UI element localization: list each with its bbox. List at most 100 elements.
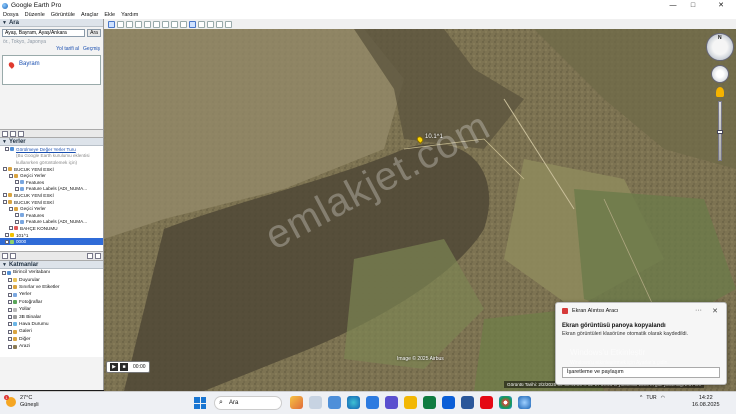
- checkbox[interactable]: [15, 186, 19, 191]
- stop-icon[interactable]: ■: [120, 363, 128, 371]
- path-icon[interactable]: [135, 20, 142, 28]
- checkbox[interactable]: [8, 344, 12, 349]
- layer-item[interactable]: Duyurular: [0, 276, 103, 283]
- zoom-slider[interactable]: [717, 101, 723, 161]
- tree-item[interactable]: BAHÇE KONUMU: [0, 225, 103, 232]
- historical-imagery-icon[interactable]: [162, 20, 169, 28]
- checkbox[interactable]: [5, 233, 9, 238]
- checkbox[interactable]: [8, 315, 12, 320]
- store-icon[interactable]: [366, 396, 379, 409]
- checkbox[interactable]: [5, 147, 9, 152]
- google-maps-icon[interactable]: [225, 20, 232, 28]
- checkbox[interactable]: [15, 213, 19, 218]
- more-options-icon[interactable]: ···: [695, 307, 702, 314]
- save-image-icon[interactable]: [216, 20, 223, 28]
- tree-item[interactable]: Feature Labels (ADI_NUMA...: [0, 219, 103, 226]
- menu-view[interactable]: Görüntüle: [51, 12, 75, 18]
- directions-link[interactable]: Yol tarifi al: [56, 46, 79, 52]
- menu-file[interactable]: Dosya: [3, 12, 19, 18]
- layer-item[interactable]: Fotoğraflar: [0, 299, 103, 306]
- widgets-icon[interactable]: [290, 396, 303, 409]
- zoom-knob[interactable]: [717, 130, 723, 134]
- polygon-icon[interactable]: [126, 20, 133, 28]
- checkbox[interactable]: [5, 239, 9, 244]
- language-indicator[interactable]: TUR: [646, 395, 656, 401]
- checkbox[interactable]: [8, 307, 12, 312]
- move-joystick-icon[interactable]: [711, 65, 729, 83]
- layer-item[interactable]: Diğer: [0, 336, 103, 343]
- ruler-icon[interactable]: [189, 20, 196, 28]
- search-result-item[interactable]: Bayram: [19, 61, 40, 67]
- down-icon[interactable]: [95, 253, 101, 259]
- menu-tools[interactable]: Araçlar: [81, 12, 98, 18]
- copy-icon[interactable]: [10, 130, 16, 137]
- tree-item[interactable]: Geçici Yerler: [0, 205, 103, 212]
- layer-item[interactable]: 3B Binalar: [0, 313, 103, 320]
- checkbox[interactable]: [8, 300, 12, 305]
- search-button[interactable]: Ara: [87, 29, 101, 37]
- chevron-up-icon[interactable]: ^: [640, 395, 642, 401]
- layer-item[interactable]: Arazi: [0, 343, 103, 350]
- tree-item[interactable]: Features: [0, 179, 103, 186]
- checkbox[interactable]: [8, 337, 12, 342]
- markup-share-button[interactable]: İşaretleme ve paylaşım: [562, 367, 720, 378]
- notification-toast[interactable]: Ekran Alıntısı Aracı ··· ✕ Ekran görüntü…: [555, 302, 727, 385]
- list-icon[interactable]: [18, 130, 24, 137]
- checkbox[interactable]: [3, 167, 7, 172]
- weather-widget[interactable]: 1 27°C Güneşli: [4, 395, 39, 409]
- tree-item[interactable]: BUCUK YENİ ESKİ: [0, 192, 103, 199]
- tree-item[interactable]: Geçici Yerler: [0, 172, 103, 179]
- menu-help[interactable]: Yardım: [121, 12, 138, 18]
- map-placemark[interactable]: 10.1^1: [415, 134, 443, 145]
- layer-item[interactable]: Yerler: [0, 291, 103, 298]
- close-icon[interactable]: ✕: [712, 307, 718, 315]
- print-icon[interactable]: [207, 20, 214, 28]
- checkbox[interactable]: [8, 329, 12, 334]
- street-view-pegman-icon[interactable]: [716, 87, 724, 97]
- toggle-icon[interactable]: [10, 253, 16, 259]
- layer-item[interactable]: Yollar: [0, 306, 103, 313]
- menu-edit[interactable]: Düzenle: [25, 12, 45, 18]
- sidebar-toggle-icon[interactable]: [108, 20, 115, 28]
- edge-icon[interactable]: [347, 396, 360, 409]
- checkbox[interactable]: [8, 292, 12, 297]
- minimize-button[interactable]: —: [664, 0, 682, 11]
- search-input[interactable]: [2, 29, 85, 37]
- outlook-icon[interactable]: [442, 396, 455, 409]
- maximize-button[interactable]: □: [684, 0, 702, 11]
- checkbox[interactable]: [8, 322, 12, 327]
- file-explorer-icon[interactable]: [328, 396, 341, 409]
- layers-panel-header[interactable]: ▼ Katmanlar: [0, 261, 103, 269]
- tree-item[interactable]: BUCUK YENİ ESKİ: [0, 199, 103, 206]
- checkbox[interactable]: [9, 173, 13, 178]
- overlay-icon[interactable]: [144, 20, 151, 28]
- history-link[interactable]: Geçmiş: [83, 46, 100, 52]
- checkbox[interactable]: [9, 226, 13, 231]
- checkbox[interactable]: [15, 180, 19, 185]
- taskbar-search[interactable]: Ara: [214, 396, 282, 410]
- checkbox[interactable]: [8, 285, 12, 290]
- layer-item[interactable]: Galeri: [0, 328, 103, 335]
- tree-item[interactable]: BUCUK YENİ ESKİ: [0, 166, 103, 173]
- google-earth-icon[interactable]: [518, 396, 531, 409]
- task-view-icon[interactable]: [309, 396, 322, 409]
- clear-icon[interactable]: [2, 130, 8, 137]
- record-tour-icon[interactable]: [153, 20, 160, 28]
- up-icon[interactable]: [87, 253, 93, 259]
- layer-item[interactable]: Birincil Veritabanı: [0, 269, 103, 276]
- tree-item[interactable]: Görülmeye Değer Yerler Turu: [0, 146, 103, 153]
- teams-icon[interactable]: [385, 396, 398, 409]
- checkbox[interactable]: [8, 278, 12, 283]
- wifi-icon[interactable]: ◠: [661, 395, 665, 401]
- word-icon[interactable]: [461, 396, 474, 409]
- compass-icon[interactable]: [706, 33, 734, 61]
- email-icon[interactable]: [198, 20, 205, 28]
- folder-icon[interactable]: [404, 396, 417, 409]
- checkbox[interactable]: [2, 270, 6, 275]
- checkbox[interactable]: [3, 193, 7, 198]
- excel-icon[interactable]: [423, 396, 436, 409]
- checkbox[interactable]: [9, 206, 13, 211]
- netflix-icon[interactable]: [480, 396, 493, 409]
- placemark-icon[interactable]: [117, 20, 124, 28]
- chrome-icon[interactable]: [499, 396, 512, 409]
